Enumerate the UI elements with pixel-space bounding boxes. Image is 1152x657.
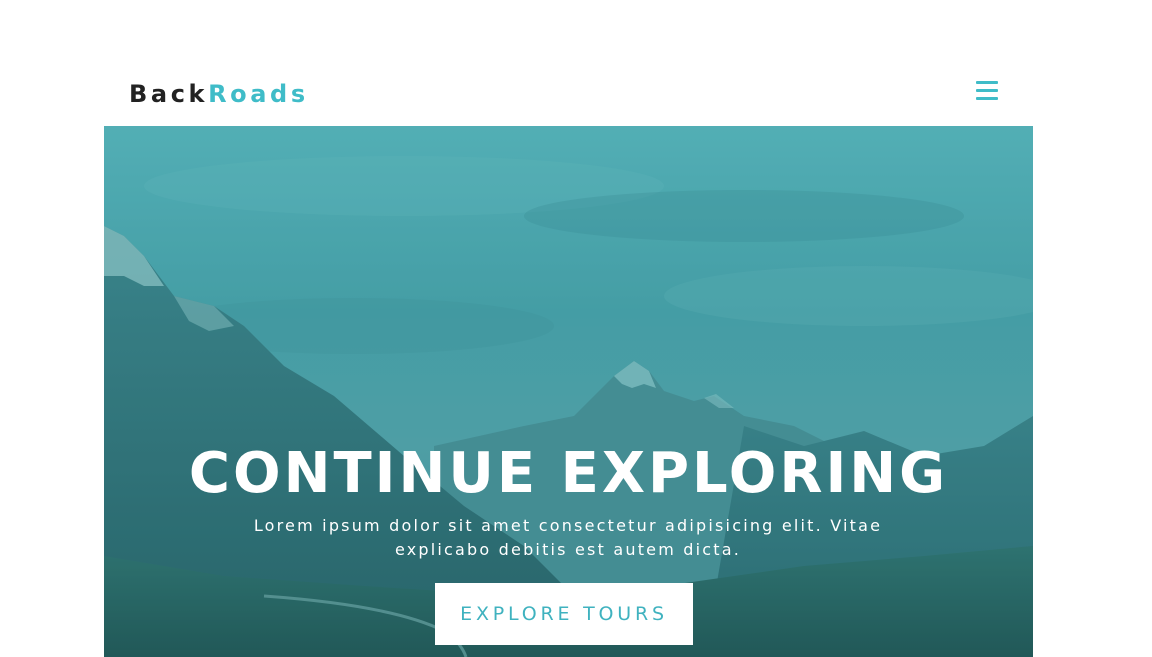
menu-bar xyxy=(976,89,998,92)
logo[interactable]: BackRoads xyxy=(129,80,309,108)
hamburger-menu-icon[interactable] xyxy=(976,81,999,103)
menu-bar xyxy=(976,97,998,100)
menu-bar xyxy=(976,81,998,84)
explore-tours-button[interactable]: EXPLORE TOURS xyxy=(435,583,693,645)
mountain-landscape-image xyxy=(104,126,1033,657)
hero-title: CONTINUE EXPLORING xyxy=(188,441,949,506)
navbar: BackRoads xyxy=(104,60,1033,126)
hero-description: Lorem ipsum dolor sit amet consectetur a… xyxy=(253,516,883,559)
hero-section: CONTINUE EXPLORING Lorem ipsum dolor sit… xyxy=(104,126,1033,657)
logo-part-back: Back xyxy=(129,80,209,108)
page: BackRoads CONTINUE EXPLORING Lorem ipsum… xyxy=(0,0,1152,657)
logo-part-roads: Roads xyxy=(208,80,309,108)
